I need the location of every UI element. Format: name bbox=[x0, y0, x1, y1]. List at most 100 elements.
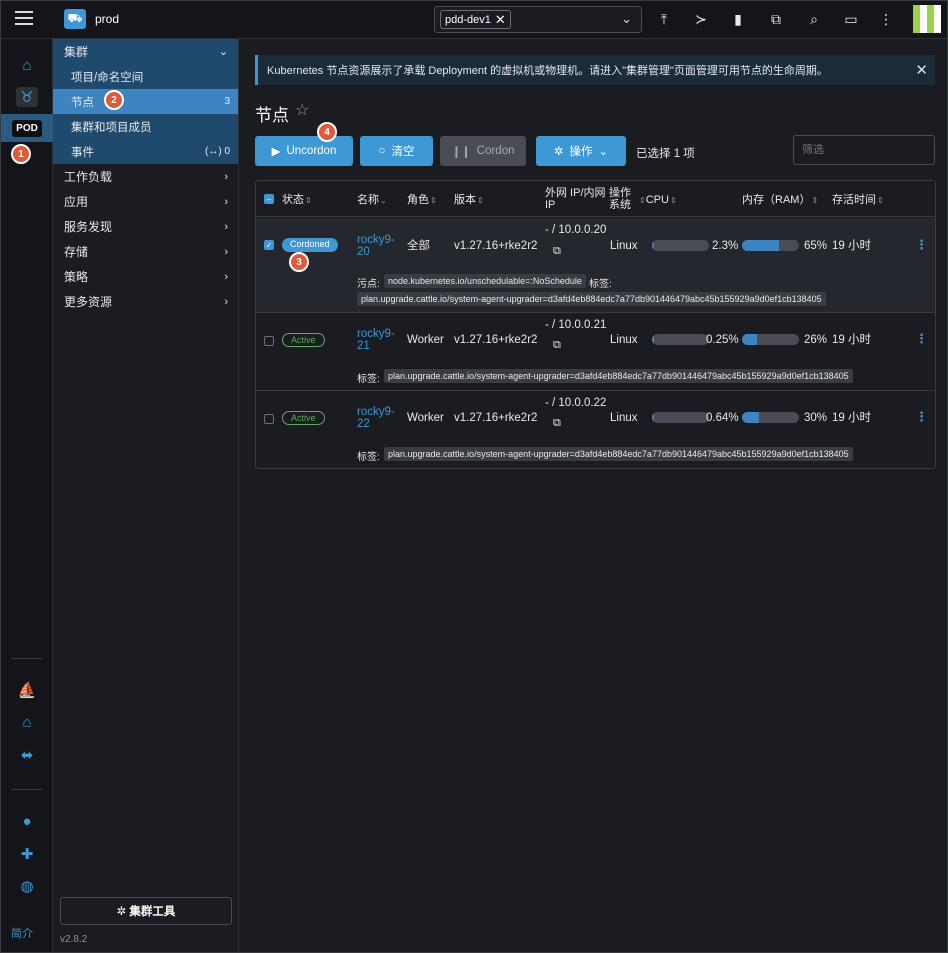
column-state[interactable]: 状态⇕ bbox=[282, 194, 312, 207]
chevron-right-icon: › bbox=[224, 220, 228, 233]
uncordon-button[interactable]: ▶ Uncordon bbox=[255, 136, 353, 166]
sort-icon: ⇕ bbox=[430, 196, 437, 205]
column-ram[interactable]: 内存（RAM）⇕ bbox=[742, 194, 818, 207]
search-icon[interactable]: ⌕ bbox=[805, 10, 823, 28]
nodes-table: – 状态⇕ 名称⌄ 角色⇕ 版本⇕ 外网 IP/内网 IP 操作系统 ⇕CPU⇕… bbox=[255, 180, 936, 469]
nav-group-storage[interactable]: 存储 › bbox=[53, 239, 238, 264]
nav-group-cluster[interactable]: 集群 ⌄ bbox=[53, 39, 238, 64]
nav-item-label: 集群和项目成员 bbox=[71, 121, 152, 134]
column-name[interactable]: 名称⌄ bbox=[357, 194, 387, 207]
nav-group-apps[interactable]: 应用 › bbox=[53, 189, 238, 214]
nav-group-service-discovery[interactable]: 服务发现 › bbox=[53, 214, 238, 239]
copy-icon[interactable]: ⧉ bbox=[553, 417, 561, 430]
star-icon[interactable]: ☆ bbox=[295, 100, 309, 120]
pod-label: POD bbox=[12, 119, 42, 137]
cpu-bar bbox=[652, 412, 709, 423]
node-name-link[interactable]: rocky9-22 bbox=[357, 406, 397, 430]
nav-group-workloads[interactable]: 工作负载 › bbox=[53, 164, 238, 189]
cluster-tools-button[interactable]: ✲ 集群工具 bbox=[60, 897, 232, 925]
row-actions-icon[interactable]: ⋮ bbox=[915, 237, 928, 253]
chevron-right-icon: › bbox=[224, 170, 228, 183]
nav-group-more-resources[interactable]: 更多资源 › bbox=[53, 289, 238, 314]
column-role[interactable]: 角色⇕ bbox=[407, 194, 437, 207]
copy-icon[interactable]: ⧉ bbox=[553, 339, 561, 352]
node-version: v1.27.16+rke2r2 bbox=[454, 240, 538, 252]
main-content: Kubernetes 节点资源展示了承载 Deployment 的虚拟机或物理机… bbox=[240, 39, 947, 952]
icon-rail: ⌂ ♉ POD ⛵ ⌂ ⬌ ● ✚ ◍ 简介 1 bbox=[1, 39, 53, 952]
more-vert-icon[interactable]: ⋮ bbox=[877, 10, 895, 28]
namespace-select[interactable]: pdd-dev1 ✕ ⌄ bbox=[434, 6, 642, 33]
cpu-bar-fill bbox=[652, 334, 654, 345]
filter-input[interactable] bbox=[793, 135, 935, 165]
network-icon[interactable]: ⬌ bbox=[1, 741, 53, 769]
copy-icon[interactable]: ⧉ bbox=[553, 245, 561, 258]
pod-cluster-item[interactable]: POD bbox=[1, 114, 53, 142]
select-all-checkbox[interactable]: – bbox=[264, 194, 274, 204]
row-checkbox[interactable]: ✓ bbox=[264, 240, 274, 250]
nav-item-namespaces[interactable]: 项目/命名空间 bbox=[53, 64, 238, 89]
nav-item-events[interactable]: 事件 (↔) 0 bbox=[53, 139, 238, 164]
warehouse-icon[interactable]: ⌂ bbox=[1, 708, 53, 736]
cpu-bar-fill bbox=[652, 240, 654, 251]
drain-button[interactable]: ○ 清空 bbox=[360, 136, 433, 166]
node-os: Linux bbox=[610, 412, 638, 424]
column-ip[interactable]: 外网 IP/内网 IP bbox=[545, 187, 607, 211]
row-actions-icon[interactable]: ⋮ bbox=[915, 409, 928, 425]
nav-item-members[interactable]: 集群和项目成员 bbox=[53, 114, 238, 139]
column-os[interactable]: 操作系统 bbox=[609, 187, 633, 211]
extension-icon[interactable]: ✚ bbox=[1, 840, 53, 868]
node-name-link[interactable]: rocky9-20 bbox=[357, 234, 397, 258]
terminal-icon[interactable]: ≻ bbox=[692, 10, 710, 28]
uncordon-label: Uncordon bbox=[286, 145, 337, 157]
selection-count: 已选择 1 项 bbox=[636, 148, 695, 160]
table-row[interactable]: Active rocky9-21 Worker v1.27.16+rke2r2 … bbox=[256, 313, 935, 391]
sort-icon: ⇕ bbox=[477, 196, 484, 205]
table-header: – 状态⇕ 名称⌄ 角色⇕ 版本⇕ 外网 IP/内网 IP 操作系统 ⇕CPU⇕… bbox=[256, 181, 935, 217]
row-checkbox[interactable] bbox=[264, 414, 274, 424]
actions-button[interactable]: ✲ 操作 ⌄ bbox=[536, 136, 626, 166]
drain-label: 清空 bbox=[391, 146, 415, 158]
copy-config-icon[interactable]: ⧉ bbox=[767, 10, 785, 28]
user-icon[interactable]: ● bbox=[1, 807, 53, 835]
table-row[interactable]: ✓ Cordoned 3 rocky9-20 全部 v1.27.16+rke2r… bbox=[256, 218, 935, 313]
remove-namespace-icon[interactable]: ✕ bbox=[495, 12, 506, 28]
status-badge: Active bbox=[282, 411, 325, 425]
cluster-icon[interactable]: ♉ bbox=[1, 83, 53, 111]
avatar[interactable] bbox=[913, 5, 941, 33]
node-os: Linux bbox=[610, 334, 638, 346]
info-banner: Kubernetes 节点资源展示了承载 Deployment 的虚拟机或物理机… bbox=[255, 55, 935, 85]
cordon-button[interactable]: ❙❙ Cordon bbox=[440, 136, 526, 166]
book-icon[interactable]: ▭ bbox=[842, 10, 860, 28]
node-ip: - / 10.0.0.20 bbox=[545, 224, 607, 236]
home-icon[interactable]: ⌂ bbox=[1, 51, 53, 79]
nav-item-label: 事件 bbox=[71, 146, 94, 159]
column-cpu[interactable]: ⇕CPU⇕ bbox=[638, 194, 677, 207]
column-version[interactable]: 版本⇕ bbox=[454, 194, 484, 207]
tag-label: 标签: bbox=[589, 279, 612, 290]
cluster-nav: 集群 ⌄ 项目/命名空间 节点 3 2 集群和项目成员 事件 (↔) 0 工作负… bbox=[53, 39, 239, 952]
column-age[interactable]: 存活时间⇕ bbox=[832, 194, 884, 207]
chevron-right-icon: › bbox=[224, 295, 228, 308]
row-actions-icon[interactable]: ⋮ bbox=[915, 331, 928, 347]
nav-item-label: 节点 bbox=[71, 96, 94, 109]
node-role: 全部 bbox=[407, 240, 430, 252]
node-os: Linux bbox=[610, 240, 638, 252]
close-icon[interactable]: ✕ bbox=[915, 61, 928, 79]
globe-icon[interactable]: ◍ bbox=[1, 872, 53, 900]
step-marker-2: 2 bbox=[104, 90, 124, 110]
actions-label: 操作 bbox=[569, 146, 593, 158]
about-link[interactable]: 简介 bbox=[11, 925, 33, 941]
menu-icon[interactable] bbox=[15, 11, 33, 27]
nav-group-label: 应用 bbox=[64, 195, 89, 209]
chevron-down-icon[interactable]: ⌄ bbox=[621, 11, 632, 27]
row-checkbox[interactable] bbox=[264, 336, 274, 346]
version-label: v2.8.2 bbox=[60, 934, 88, 945]
nav-group-policy[interactable]: 策略 › bbox=[53, 264, 238, 289]
file-icon[interactable]: ▮ bbox=[729, 10, 747, 28]
upload-icon[interactable]: ⤒ bbox=[655, 10, 673, 28]
nav-item-nodes[interactable]: 节点 3 2 bbox=[53, 89, 238, 114]
node-name-link[interactable]: rocky9-21 bbox=[357, 328, 397, 352]
table-row[interactable]: Active rocky9-22 Worker v1.27.16+rke2r2 … bbox=[256, 391, 935, 468]
sailboat-icon[interactable]: ⛵ bbox=[1, 676, 53, 704]
nav-group-label: 更多资源 bbox=[64, 295, 113, 309]
